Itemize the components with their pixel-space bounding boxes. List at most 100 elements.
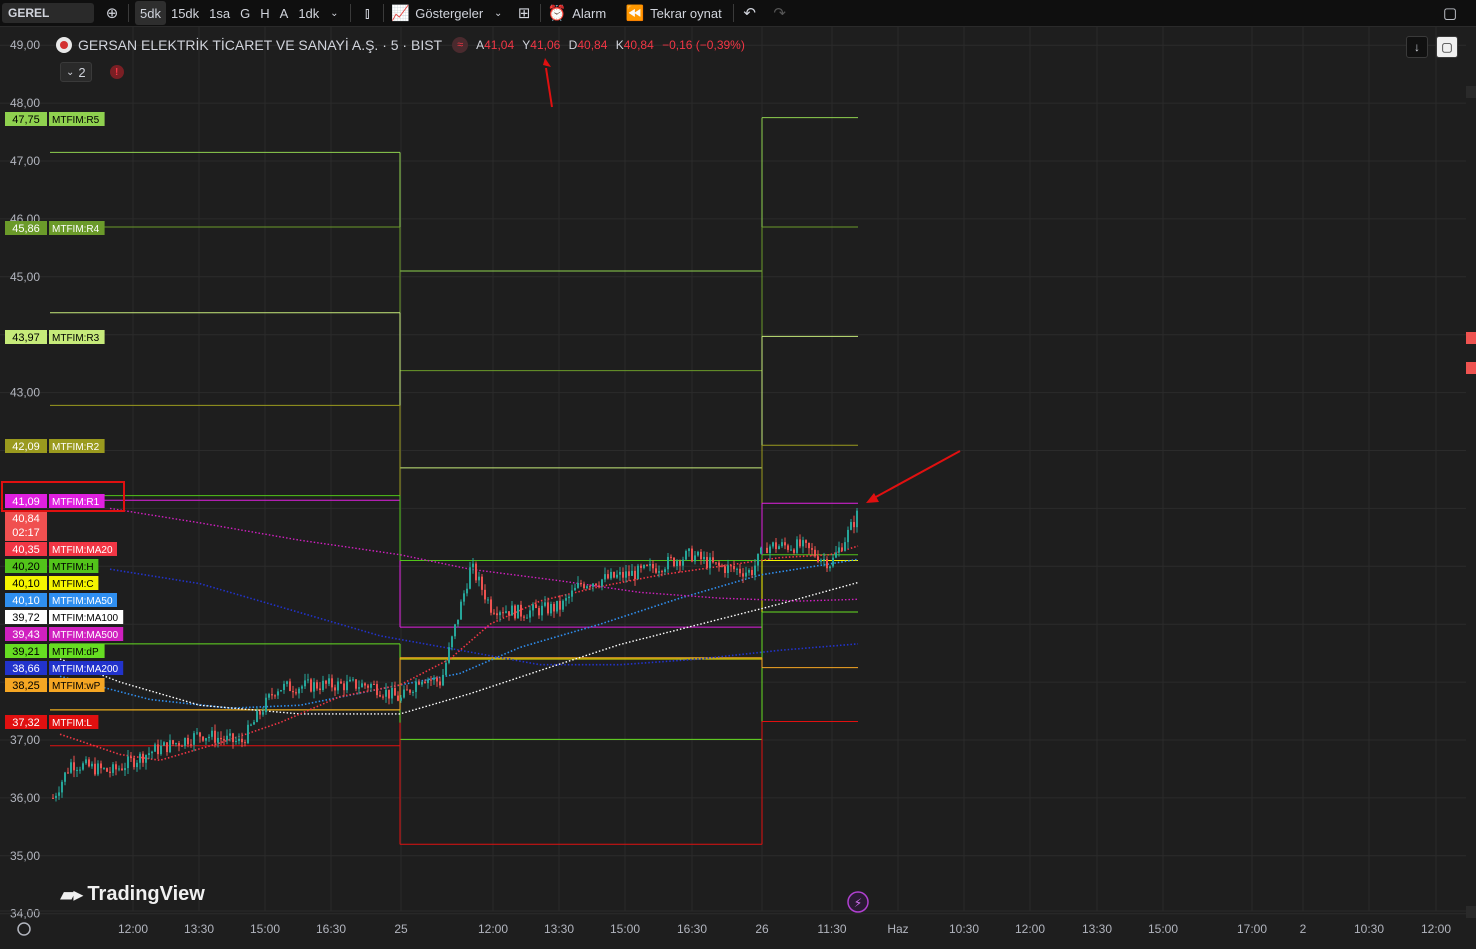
interval-15dk[interactable]: 15dk <box>166 1 204 25</box>
candle-body <box>685 551 687 560</box>
candle-body <box>553 603 555 612</box>
candle-body <box>742 573 744 577</box>
candle-body <box>739 568 741 574</box>
interval-1dk[interactable]: 1dk <box>293 1 324 25</box>
y-axis-label: 48,00 <box>10 96 40 110</box>
y-axis-label: 49,00 <box>10 38 40 52</box>
candle-body <box>277 691 279 696</box>
interval-G[interactable]: G <box>235 1 255 25</box>
divider <box>383 4 385 22</box>
candle-body <box>289 681 291 691</box>
redo-icon[interactable]: ↷ <box>770 3 790 23</box>
candle-body <box>397 695 399 701</box>
symbol-search[interactable]: GEREL <box>2 3 94 23</box>
chevron-down-icon[interactable]: ⌄ <box>324 3 344 23</box>
y-axis-label: 34,00 <box>10 907 40 921</box>
chart-corner-buttons: ↓ ▢ <box>1406 36 1458 58</box>
candle-body <box>643 564 645 568</box>
fullscreen-icon[interactable]: ▢ <box>1440 3 1460 23</box>
candle-body <box>706 556 708 568</box>
candle-body <box>817 556 819 562</box>
indicators-button[interactable]: Göstergeler <box>410 1 488 25</box>
candle-body <box>385 689 387 697</box>
candle-body <box>268 694 270 698</box>
undo-icon[interactable]: ↶ <box>740 3 760 23</box>
candle-body <box>634 570 636 580</box>
candle-body <box>781 542 783 547</box>
candle-body <box>703 556 705 560</box>
wave-icon[interactable]: ≈ <box>452 37 469 53</box>
candle-body <box>550 603 552 614</box>
compare-icon[interactable]: ⊕ <box>102 3 122 23</box>
candle-body <box>169 740 171 753</box>
candle-body <box>304 680 306 687</box>
price-chart[interactable]: 49,0048,0047,0046,0045,0043,0037,0036,00… <box>0 26 1476 944</box>
candle-body <box>373 683 375 685</box>
candle-body <box>301 686 303 689</box>
candle-body <box>193 733 195 745</box>
flash-icon-glyph: ⚡ <box>854 896 862 910</box>
price-level-value: 45,86 <box>12 223 40 235</box>
price-level-value: 38,25 <box>12 680 40 692</box>
candle-body <box>601 579 603 587</box>
candle-body <box>577 582 579 588</box>
right-edge-marker <box>1466 332 1476 344</box>
candle-body <box>754 565 756 576</box>
chart-area[interactable]: 49,00 48,00 47,00 46,00 45,00 43,00 37,00 36,00… <box>0 26 1476 944</box>
candle-body <box>832 557 834 567</box>
candle-body <box>208 736 210 739</box>
price-level-value: 38,66 <box>12 663 40 675</box>
indicator-label-text: MTFIM:R1 <box>52 497 100 508</box>
candle-body <box>187 737 189 745</box>
candle-body <box>265 697 267 713</box>
candle-body <box>463 593 465 602</box>
warning-icon[interactable]: ! <box>109 65 124 79</box>
candle-body <box>757 553 759 566</box>
candle-body <box>391 687 393 699</box>
interval-1sa[interactable]: 1sa <box>204 1 235 25</box>
candle-body <box>613 571 615 578</box>
indicators-toggle[interactable]: ⌄ 2 <box>60 62 92 82</box>
candle-body <box>637 565 639 580</box>
candle-body <box>127 756 129 769</box>
candle-body <box>769 546 771 554</box>
price-level-value: 37,32 <box>12 717 40 729</box>
candle-body <box>787 545 789 550</box>
candle-body <box>163 742 165 746</box>
chevron-down-icon: ⌄ <box>66 66 75 78</box>
right-edge-marker <box>1466 906 1476 918</box>
candle-body <box>487 599 489 601</box>
replay-button[interactable]: Tekrar oynat <box>645 1 727 25</box>
candle-body <box>79 769 81 771</box>
candle-body <box>718 562 720 566</box>
scroll-down-icon[interactable]: ↓ <box>1406 36 1428 58</box>
candle-body <box>310 679 312 692</box>
maximize-icon[interactable]: ▢ <box>1436 36 1458 58</box>
settings-gear-icon[interactable] <box>17 922 31 936</box>
interval-5dk[interactable]: 5dk <box>135 1 166 25</box>
candle-body <box>136 762 138 768</box>
candle-body <box>262 712 264 715</box>
interval-A[interactable]: A <box>275 1 294 25</box>
candles-icon[interactable]: ⫾ <box>357 3 377 23</box>
candle-body <box>106 768 108 772</box>
alarm-clock-icon[interactable]: ⏰ <box>547 3 567 23</box>
candle-body <box>490 599 492 613</box>
candle-body <box>94 763 96 775</box>
candle-body <box>508 611 510 616</box>
layout-grid-icon[interactable]: ⊞ <box>514 3 534 23</box>
candle-body <box>418 681 420 685</box>
price-level-value: 41,09 <box>12 496 40 508</box>
alarm-button[interactable]: Alarm <box>567 1 611 25</box>
candle-body <box>457 619 459 625</box>
interval-H[interactable]: H <box>255 1 274 25</box>
candle-body <box>166 742 168 753</box>
symbol-legend: GERSAN ELEKTRİK TİCARET VE SANAYİ A.Ş. ·… <box>56 37 750 53</box>
candle-body <box>73 762 75 771</box>
rewind-icon[interactable]: ⏪ <box>625 3 645 23</box>
candle-body <box>283 683 285 691</box>
candle-body <box>331 678 333 688</box>
candle-body <box>367 685 369 688</box>
chevron-down-icon[interactable]: ⌄ <box>488 3 508 23</box>
indicators-icon[interactable]: 📈 <box>390 3 410 23</box>
